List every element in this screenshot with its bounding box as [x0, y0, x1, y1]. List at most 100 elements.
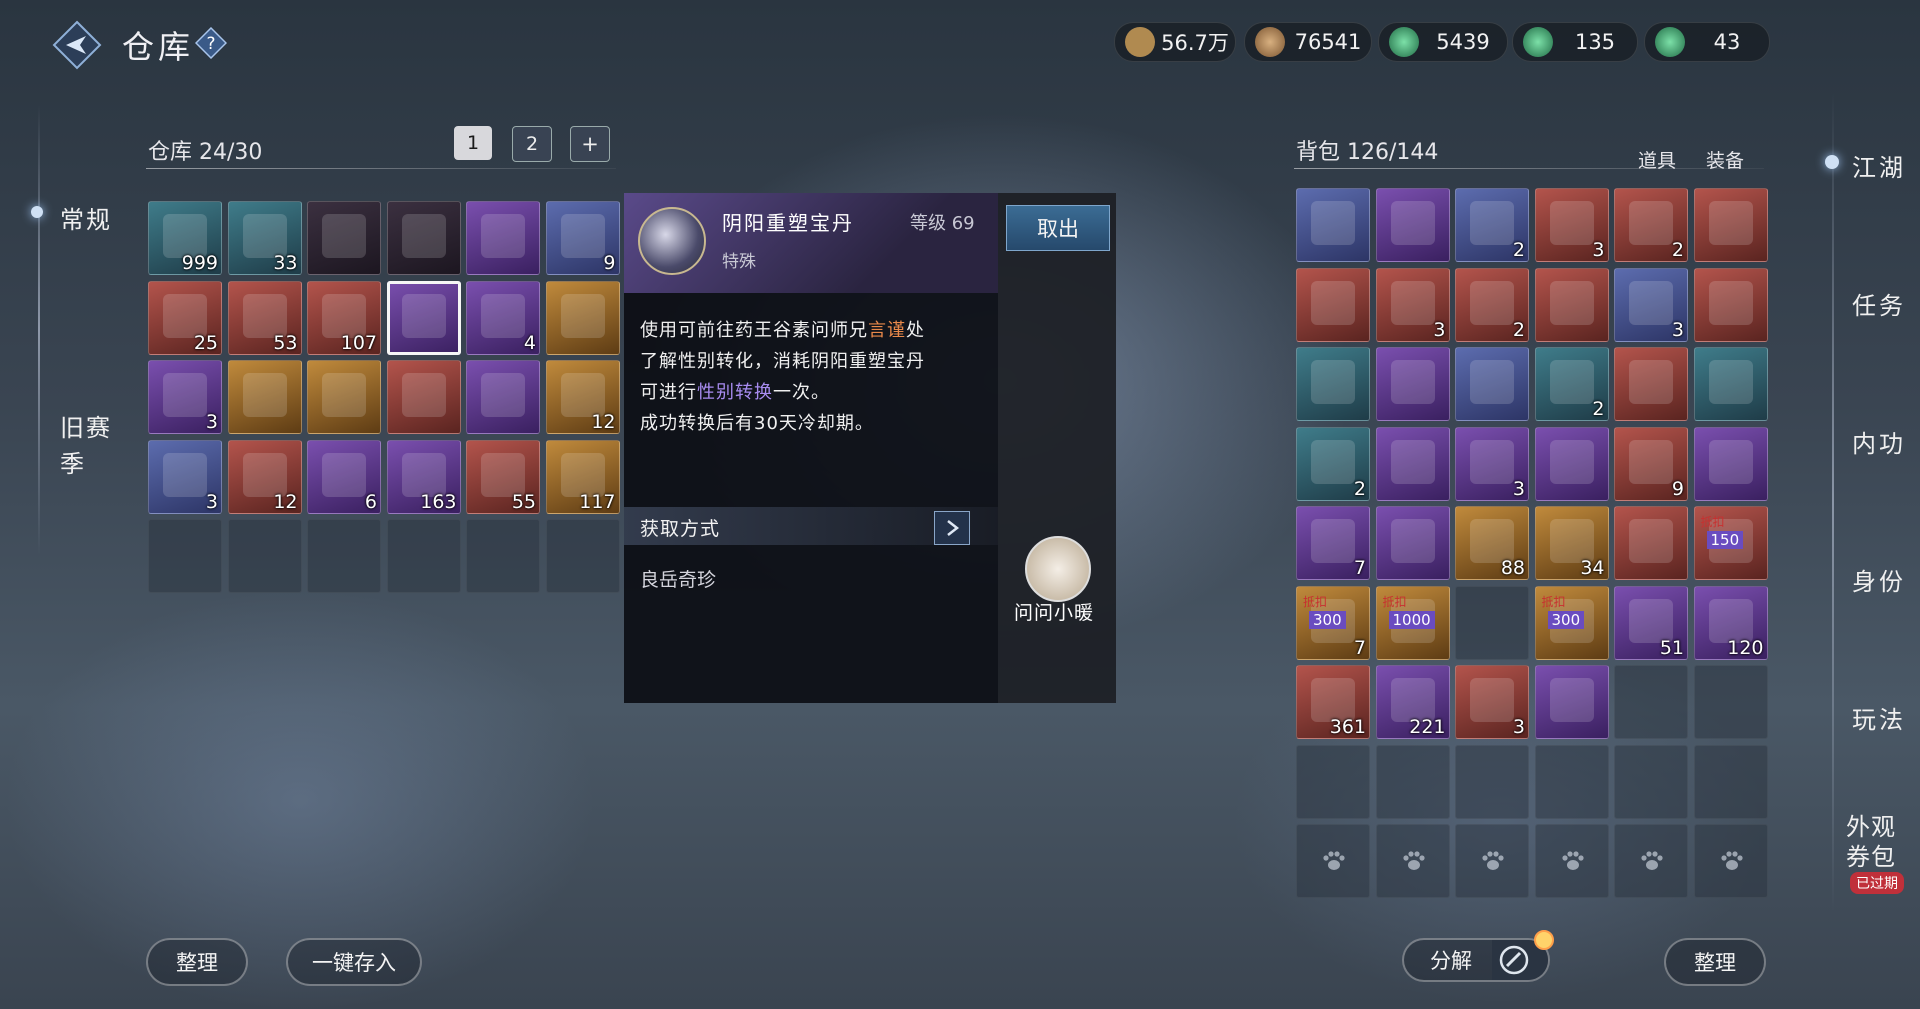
bag-locked-slot[interactable] [1693, 824, 1768, 898]
warehouse-empty-slot[interactable] [227, 519, 302, 593]
nav-item-regular[interactable]: 常规 [60, 200, 112, 235]
bag-slot[interactable] [1693, 267, 1768, 342]
bag-slot[interactable]: 88 [1455, 506, 1529, 580]
warehouse-page-add[interactable]: + [570, 126, 610, 162]
bag-slot[interactable]: 抵扣 150 [1693, 506, 1768, 580]
bag-slot[interactable]: 抵扣 1000 [1375, 585, 1450, 660]
back-icon[interactable] [52, 20, 102, 70]
bag-empty-slot[interactable] [1693, 744, 1768, 819]
bag-locked-slot[interactable] [1296, 824, 1370, 898]
bag-empty-slot[interactable] [1614, 744, 1688, 819]
warehouse-slot[interactable]: 55 [466, 439, 540, 514]
currency-copper[interactable]: 76541 [1244, 22, 1372, 62]
warehouse-slot[interactable]: 117 [545, 439, 620, 514]
nav-item-old-season[interactable]: 旧赛季 [60, 410, 116, 482]
warehouse-empty-slot[interactable] [386, 519, 461, 593]
warehouse-slot[interactable]: 163 [386, 439, 461, 514]
warehouse-slot[interactable] [386, 360, 461, 434]
bag-slot[interactable] [1375, 188, 1450, 262]
warehouse-slot[interactable]: 3 [148, 439, 222, 514]
bag-empty-slot[interactable] [1455, 744, 1529, 819]
bag-slot[interactable]: 抵扣 300 [1534, 585, 1609, 660]
warehouse-slot[interactable] [466, 360, 540, 434]
bag-slot[interactable]: 221 [1375, 665, 1450, 739]
bag-slot[interactable]: 34 [1534, 506, 1609, 580]
bag-slot[interactable] [1296, 267, 1370, 342]
bag-slot[interactable] [1534, 267, 1609, 342]
bag-slot[interactable]: 2 [1614, 188, 1688, 262]
bag-slot[interactable]: 2 [1455, 267, 1529, 342]
bag-sort-button[interactable]: 整理 [1664, 938, 1766, 986]
warehouse-slot[interactable] [307, 201, 381, 275]
bag-slot[interactable]: 7 [1296, 506, 1370, 580]
bag-locked-slot[interactable] [1455, 824, 1529, 898]
warehouse-page-tab-2[interactable]: 2 [512, 126, 552, 162]
warehouse-slot[interactable]: 3 [148, 360, 222, 434]
right-nav-inner-skill[interactable]: 内功 [1852, 424, 1906, 459]
warehouse-empty-slot[interactable] [307, 519, 381, 593]
bag-slot[interactable] [1534, 426, 1609, 501]
bag-empty-slot[interactable] [1534, 744, 1609, 819]
warehouse-empty-slot[interactable] [148, 519, 222, 593]
bag-slot[interactable] [1614, 347, 1688, 421]
bag-slot[interactable] [1534, 665, 1609, 739]
warehouse-slot[interactable]: 25 [148, 280, 222, 355]
take-out-button[interactable]: 取出 [1006, 205, 1110, 251]
bag-empty-slot[interactable] [1455, 585, 1529, 660]
currency-jade-2[interactable]: 135 [1512, 22, 1638, 62]
bag-slot[interactable]: 3 [1375, 267, 1450, 342]
bag-slot[interactable]: 3 [1614, 267, 1688, 342]
warehouse-empty-slot[interactable] [545, 519, 620, 593]
bag-slot[interactable] [1375, 347, 1450, 421]
bag-slot[interactable]: 3 [1455, 426, 1529, 501]
bag-slot[interactable]: 3 [1455, 665, 1529, 739]
right-nav-tasks[interactable]: 任务 [1852, 286, 1906, 321]
warehouse-slot[interactable]: 107 [307, 280, 381, 355]
assistant-label[interactable]: 问问小暖 [1014, 598, 1094, 625]
deposit-all-button[interactable]: 一键存入 [286, 938, 422, 986]
assistant-avatar-icon[interactable] [1025, 536, 1091, 602]
bag-slot[interactable] [1693, 426, 1768, 501]
bag-empty-slot[interactable] [1375, 744, 1450, 819]
bag-slot[interactable] [1375, 506, 1450, 580]
warehouse-sort-button[interactable]: 整理 [146, 938, 248, 986]
bag-slot[interactable] [1455, 347, 1529, 421]
currency-jade-1[interactable]: 5439 [1378, 22, 1508, 62]
bag-slot[interactable]: 3 [1534, 188, 1609, 262]
warehouse-slot[interactable]: 999 [148, 201, 222, 275]
bag-slot[interactable]: 51 [1614, 585, 1688, 660]
bag-slot[interactable]: 2 [1296, 426, 1370, 501]
bag-tab-items[interactable]: 道具 [1638, 146, 1676, 173]
bag-slot[interactable] [1614, 506, 1688, 580]
bag-empty-slot[interactable] [1296, 744, 1370, 819]
bag-locked-slot[interactable] [1375, 824, 1450, 898]
right-nav-jianghu[interactable]: 江湖 [1852, 148, 1906, 183]
warehouse-slot[interactable] [227, 360, 302, 434]
warehouse-page-tab-1[interactable]: 1 [454, 126, 492, 160]
bag-empty-slot[interactable] [1693, 665, 1768, 739]
bag-locked-slot[interactable] [1534, 824, 1609, 898]
warehouse-slot[interactable]: 4 [466, 280, 540, 355]
bag-slot[interactable]: 9 [1614, 426, 1688, 501]
bag-locked-slot[interactable] [1614, 824, 1688, 898]
warehouse-slot[interactable]: 33 [227, 201, 302, 275]
bag-slot[interactable] [1296, 347, 1370, 421]
right-nav-gameplay[interactable]: 玩法 [1852, 700, 1906, 735]
warehouse-slot[interactable] [466, 201, 540, 275]
warehouse-slot[interactable]: 53 [227, 280, 302, 355]
bag-slot[interactable]: 2 [1534, 347, 1609, 421]
bag-slot[interactable]: 120 [1693, 585, 1768, 660]
source-arrow-icon[interactable] [934, 511, 970, 545]
warehouse-slot[interactable] [386, 201, 461, 275]
warehouse-slot[interactable] [386, 280, 461, 355]
bag-slot[interactable] [1693, 347, 1768, 421]
warehouse-slot[interactable] [545, 280, 620, 355]
bag-empty-slot[interactable] [1614, 665, 1688, 739]
bag-slot[interactable]: 361 [1296, 665, 1370, 739]
warehouse-slot[interactable]: 12 [545, 360, 620, 434]
warehouse-slot[interactable] [307, 360, 381, 434]
currency-jade-3[interactable]: 43 [1644, 22, 1770, 62]
question-icon[interactable]: ? [194, 26, 228, 60]
warehouse-slot[interactable]: 6 [307, 439, 381, 514]
bag-tab-equipment[interactable]: 装备 [1706, 146, 1744, 173]
